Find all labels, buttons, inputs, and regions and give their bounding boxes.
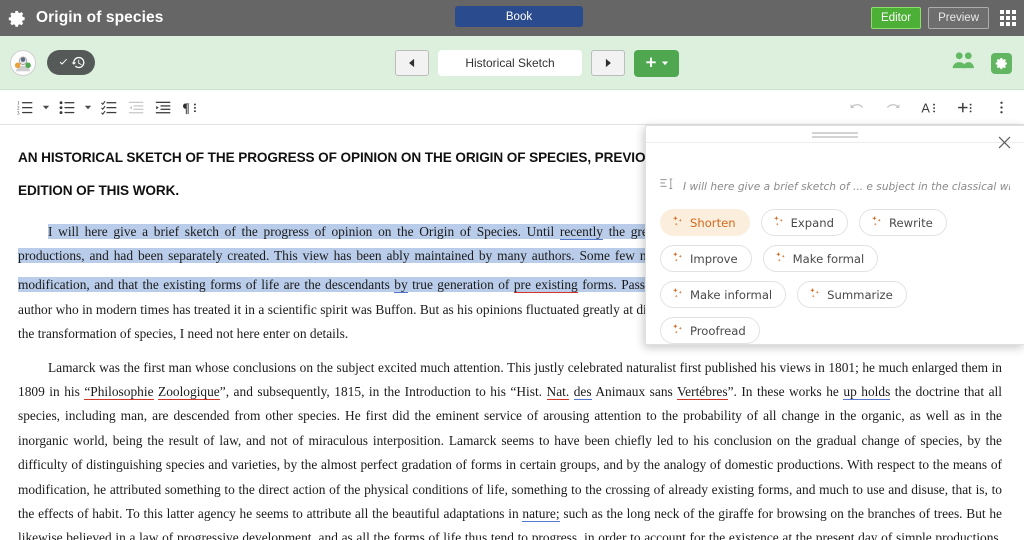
p2-seg-i: Animaux sans: [591, 383, 677, 399]
chapter-title-field[interactable]: Historical Sketch: [438, 50, 582, 76]
people-icon[interactable]: [951, 51, 976, 75]
p2-grammar-des[interactable]: des: [573, 383, 592, 400]
gear-icon[interactable]: [8, 9, 27, 28]
bullet-list-caret-icon[interactable]: [81, 94, 95, 120]
p2-spelling-vertebres[interactable]: Vertébres: [677, 383, 728, 400]
sparkle-icon: [772, 215, 785, 231]
undo-icon[interactable]: [844, 95, 870, 121]
book-button[interactable]: Book: [455, 6, 583, 27]
text-format-icon[interactable]: A: [916, 95, 942, 121]
next-chapter-button[interactable]: [591, 50, 625, 76]
chevron-down-icon: [661, 61, 669, 66]
settings-gear-icon[interactable]: [991, 52, 1012, 74]
sparkle-icon: [808, 287, 821, 303]
text-selection-icon: [660, 177, 675, 196]
ai-chip-shorten[interactable]: Shorten: [660, 209, 750, 236]
chapter-toolbar: Historical Sketch: [0, 36, 1024, 90]
ai-chip-proofread[interactable]: Proofread: [660, 317, 760, 344]
p2-seg-e: ”, and subsequently, 1815, in the Introd…: [219, 383, 547, 399]
ai-chip-make-informal[interactable]: Make informal: [660, 281, 787, 308]
todo-list-icon[interactable]: [96, 94, 122, 120]
app-title: Origin of species: [36, 9, 164, 26]
p2-spelling-zoologique[interactable]: Zoologique: [158, 383, 220, 400]
ai-chip-rewrite[interactable]: Rewrite: [858, 209, 947, 236]
sparkle-icon: [870, 215, 883, 231]
ai-assistant-panel: I will here give a brief sketch of ... e…: [645, 125, 1024, 345]
chapter-navigation: Historical Sketch: [395, 36, 679, 90]
header-actions: Editor Preview: [871, 0, 1016, 36]
sparkle-icon: [671, 323, 684, 339]
paragraph-2[interactable]: Lamarck was the first man whose conclusi…: [18, 356, 1002, 540]
p2-spelling-philosophie[interactable]: “Philosophie: [84, 383, 154, 400]
ai-chip-label: Make informal: [690, 287, 773, 302]
heading-line-2: EDITION OF THIS WORK.: [18, 183, 180, 198]
format-toolbar: 1 2 3 ¶ A: [0, 90, 1024, 125]
ai-preview-text: I will here give a brief sketch of ... e…: [683, 180, 1010, 193]
ai-selection-preview: I will here give a brief sketch of ... e…: [646, 143, 1024, 196]
p1-grammar-by[interactable]: by: [394, 277, 408, 294]
redo-icon[interactable]: [880, 95, 906, 121]
ai-chip-label: Expand: [790, 215, 834, 230]
svg-text:¶: ¶: [182, 100, 189, 115]
app-header: Origin of species Book Editor Preview: [0, 0, 1024, 36]
ai-chip-improve[interactable]: Improve: [660, 245, 752, 272]
previous-chapter-button[interactable]: [395, 50, 429, 76]
outdent-icon[interactable]: [123, 94, 149, 120]
ai-chip-make-formal[interactable]: Make formal: [762, 245, 879, 272]
numbered-list-icon[interactable]: 1 2 3: [12, 94, 38, 120]
p1-seg-a: I will here give a brief sketch of the p…: [48, 224, 560, 239]
sparkle-icon: [671, 287, 684, 303]
check-history-icon[interactable]: [47, 50, 95, 75]
ai-chip-label: Proofread: [690, 323, 746, 338]
paragraph-format-icon[interactable]: ¶: [177, 94, 203, 120]
p1-seg-e: true generation of: [407, 277, 514, 293]
p2-grammar-nature[interactable]: nature;: [522, 505, 560, 522]
p2-spelling-nat[interactable]: Nat.: [546, 383, 570, 400]
p2-seg-m: the doctrine that all species, including…: [18, 383, 1002, 521]
sparkle-icon: [671, 251, 684, 267]
ai-chip-expand[interactable]: Expand: [760, 209, 848, 236]
user-avatar-icon[interactable]: [10, 49, 36, 76]
ai-chip-label: Rewrite: [888, 215, 933, 230]
ai-panel-header: [646, 126, 1024, 148]
bullet-list-icon[interactable]: [54, 94, 80, 120]
editor-actions: A: [844, 90, 1014, 125]
p1-spelling-preexisting[interactable]: pre existing: [513, 277, 578, 294]
sparkle-icon: [774, 251, 787, 267]
close-icon[interactable]: [995, 133, 1013, 151]
p2-grammar-upholds[interactable]: up holds: [843, 383, 891, 400]
p2-seg-k: ”. In these works he: [727, 383, 844, 399]
tab-preview[interactable]: Preview: [928, 7, 989, 29]
ai-chip-label: Shorten: [690, 215, 736, 230]
toolbar-right-actions: [951, 36, 1012, 90]
add-chapter-button[interactable]: [634, 49, 679, 77]
ai-action-chips: Shorten Expand Rewrite Improve Make form…: [646, 196, 1024, 344]
grid-apps-icon[interactable]: [1000, 10, 1016, 26]
drag-handle-icon[interactable]: [812, 132, 858, 138]
p1-grammar-recently[interactable]: recently: [559, 224, 603, 240]
insert-icon[interactable]: [952, 95, 978, 121]
ai-chip-label: Improve: [690, 251, 738, 266]
sparkle-icon: [671, 215, 684, 231]
ai-chip-label: Summarize: [827, 287, 893, 302]
indent-icon[interactable]: [150, 94, 176, 120]
numbered-list-caret-icon[interactable]: [39, 94, 53, 120]
app-brand: Origin of species: [8, 9, 163, 28]
ai-chip-summarize[interactable]: Summarize: [797, 281, 907, 308]
ai-chip-label: Make formal: [792, 251, 865, 266]
tab-editor[interactable]: Editor: [871, 7, 922, 29]
more-options-icon[interactable]: [988, 95, 1014, 121]
svg-text:3: 3: [17, 110, 20, 116]
svg-text:A: A: [921, 101, 930, 116]
